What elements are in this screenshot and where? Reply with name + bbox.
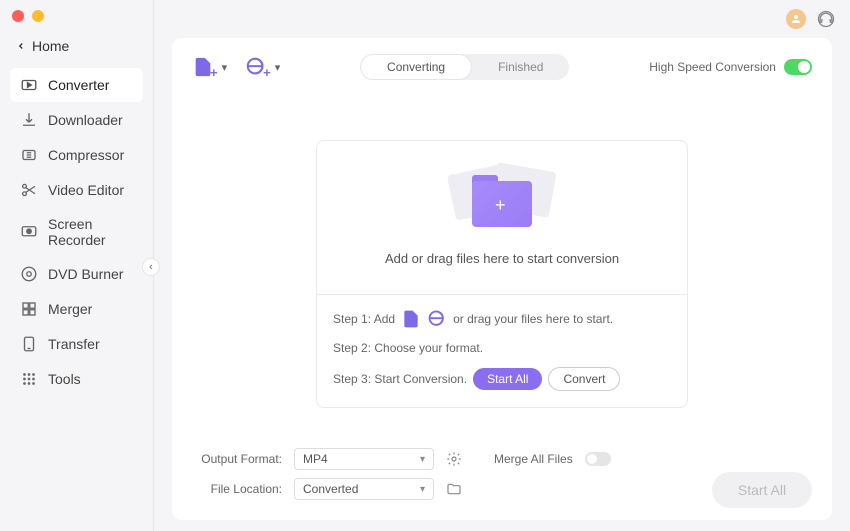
high-speed-toggle[interactable] [784, 59, 812, 75]
output-format-label: Output Format: [192, 452, 282, 466]
window-controls [12, 10, 44, 22]
drop-zone-text: Add or drag files here to start conversi… [337, 251, 667, 266]
merger-icon [20, 300, 38, 318]
nav-label: Video Editor [48, 182, 124, 198]
chevron-left-icon [147, 263, 155, 271]
left-tools: + ▾ + ▾ [192, 55, 280, 80]
tab-control: Converting Finished [360, 54, 569, 80]
scissors-icon [20, 181, 38, 199]
add-file-icon[interactable] [401, 309, 421, 329]
sidebar-item-downloader[interactable]: Downloader [10, 103, 143, 137]
close-window-button[interactable] [12, 10, 24, 22]
drop-zone[interactable]: + Add or drag files here to start conver… [316, 140, 688, 408]
downloader-icon [20, 111, 38, 129]
recorder-icon [20, 223, 38, 241]
high-speed-label: High Speed Conversion [649, 60, 776, 74]
sidebar-collapse-handle[interactable] [142, 258, 160, 276]
drop-zone-steps: Step 1: Add or drag your files here to s… [317, 294, 687, 407]
step-3: Step 3: Start Conversion. Start All Conv… [333, 367, 671, 391]
merge-all-toggle[interactable] [585, 452, 611, 466]
nav-label: Tools [48, 371, 81, 387]
nav-list: Converter Downloader Compressor Video Ed… [0, 68, 153, 396]
grid-icon [20, 370, 38, 388]
transfer-icon [20, 335, 38, 353]
start-all-step-button[interactable]: Start All [473, 368, 542, 390]
sidebar-item-dvd-burner[interactable]: DVD Burner [10, 257, 143, 291]
sidebar-item-tools[interactable]: Tools [10, 362, 143, 396]
sidebar-item-video-editor[interactable]: Video Editor [10, 173, 143, 207]
compressor-icon [20, 146, 38, 164]
right-tools: High Speed Conversion [649, 59, 812, 75]
support-icon[interactable] [816, 9, 836, 29]
file-location-select[interactable]: Converted ▾ [294, 478, 434, 500]
nav-label: Merger [48, 301, 92, 317]
nav-label: Transfer [48, 336, 100, 352]
nav-label: Converter [48, 77, 109, 93]
start-all-button[interactable]: Start All [712, 472, 812, 508]
output-format-select[interactable]: MP4 ▾ [294, 448, 434, 470]
toolbar: + ▾ + ▾ Converting Finished High Speed C… [192, 54, 812, 80]
header-right [786, 9, 836, 29]
tab-converting[interactable]: Converting [360, 54, 472, 80]
step-1: Step 1: Add or drag your files here to s… [333, 309, 671, 329]
merge-label: Merge All Files [494, 452, 573, 466]
add-remote-icon[interactable] [427, 309, 447, 329]
sidebar-item-transfer[interactable]: Transfer [10, 327, 143, 361]
minimize-window-button[interactable] [32, 10, 44, 22]
nav-label: Compressor [48, 147, 124, 163]
drop-zone-upper: + Add or drag files here to start conver… [317, 141, 687, 294]
user-avatar[interactable] [786, 9, 806, 29]
converter-icon [20, 76, 38, 94]
add-remote-button[interactable]: + ▾ [245, 55, 280, 80]
settings-icon[interactable] [446, 451, 462, 467]
main-panel: + ▾ + ▾ Converting Finished High Speed C… [172, 38, 832, 520]
chevron-left-icon [16, 41, 26, 51]
file-location-label: File Location: [192, 482, 282, 496]
chevron-down-icon: ▾ [222, 61, 228, 74]
chevron-down-icon: ▾ [420, 484, 425, 495]
tab-finished[interactable]: Finished [472, 54, 569, 80]
step-2: Step 2: Choose your format. [333, 341, 671, 355]
home-link[interactable]: Home [0, 30, 153, 62]
sidebar-item-converter[interactable]: Converter [10, 68, 143, 102]
nav-label: DVD Burner [48, 266, 123, 282]
nav-label: Downloader [48, 112, 123, 128]
add-file-button[interactable]: + ▾ [192, 55, 227, 80]
footer: Output Format: MP4 ▾ Merge All Files Fil… [192, 448, 812, 508]
home-label: Home [32, 38, 69, 54]
sidebar-item-merger[interactable]: Merger [10, 292, 143, 326]
chevron-down-icon: ▾ [420, 454, 425, 465]
sidebar-item-compressor[interactable]: Compressor [10, 138, 143, 172]
nav-label: Screen Recorder [48, 216, 133, 248]
chevron-down-icon: ▾ [275, 61, 281, 74]
disc-icon [20, 265, 38, 283]
sidebar: Home Converter Downloader Compressor Vid… [0, 0, 154, 531]
folder-icon: + [447, 163, 557, 233]
output-format-row: Output Format: MP4 ▾ Merge All Files [192, 448, 812, 470]
browse-folder-icon[interactable] [446, 481, 462, 497]
sidebar-item-screen-recorder[interactable]: Screen Recorder [10, 208, 143, 256]
convert-step-button[interactable]: Convert [548, 367, 620, 391]
